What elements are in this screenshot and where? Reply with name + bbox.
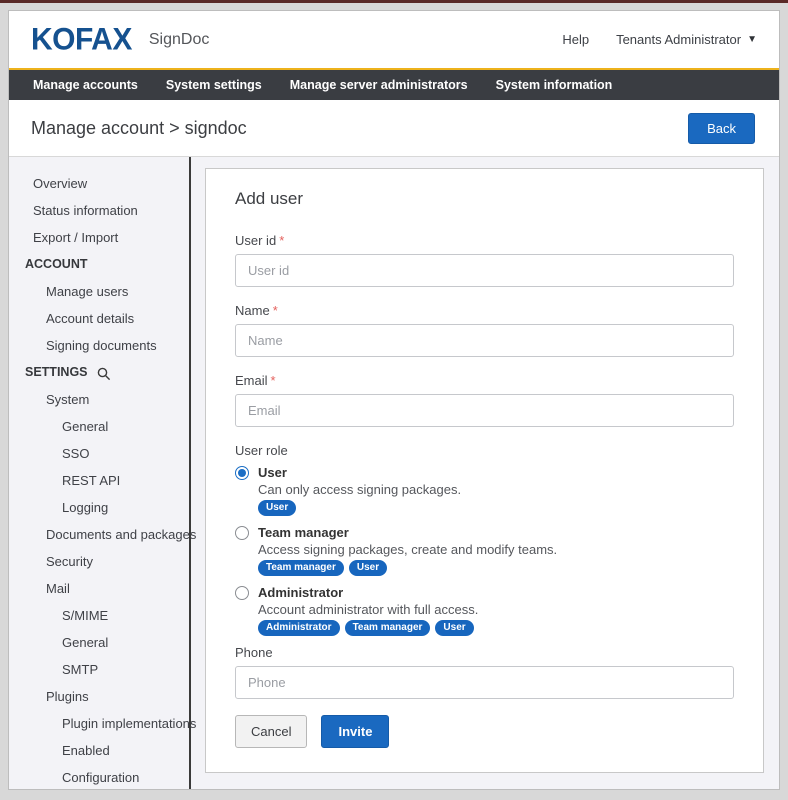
nav-item-system-settings[interactable]: System settings	[152, 70, 276, 100]
nav-item-system-information[interactable]: System information	[482, 70, 627, 100]
product-name: SignDoc	[149, 31, 209, 49]
role-option-user-head[interactable]: User	[235, 465, 734, 480]
role-option-user: User Can only access signing packages. U…	[235, 465, 734, 516]
search-icon[interactable]	[97, 367, 111, 381]
cancel-button[interactable]: Cancel	[235, 715, 307, 748]
role-option-team-manager: Team manager Access signing packages, cr…	[235, 525, 734, 576]
sidebar-item-smime[interactable]: S/MIME	[9, 602, 189, 629]
role-badge: User	[349, 560, 387, 576]
sidebar-item-configuration[interactable]: Configuration	[9, 764, 189, 789]
phone-group: Phone	[235, 645, 734, 699]
role-option-team-manager-description: Access signing packages, create and modi…	[258, 542, 734, 557]
content-area: Overview Status information Export / Imp…	[9, 157, 779, 789]
user-id-input[interactable]	[235, 254, 734, 287]
sidebar-item-overview[interactable]: Overview	[9, 170, 189, 197]
sidebar-item-plugin-implementations[interactable]: Plugin implementations	[9, 710, 189, 737]
sidebar: Overview Status information Export / Imp…	[9, 157, 191, 789]
sidebar-item-account-details[interactable]: Account details	[9, 305, 189, 332]
role-badge: User	[435, 620, 473, 636]
phone-label: Phone	[235, 645, 734, 660]
required-marker: *	[279, 233, 284, 248]
role-option-user-description: Can only access signing packages.	[258, 482, 734, 497]
window-top-edge	[0, 0, 788, 3]
name-group: Name*	[235, 303, 734, 357]
radio-administrator[interactable]	[235, 586, 249, 600]
sidebar-item-documents-and-packages[interactable]: Documents and packages	[9, 521, 189, 548]
user-role-section: User role User Can only access signing p…	[235, 443, 734, 636]
name-input[interactable]	[235, 324, 734, 357]
required-marker: *	[273, 303, 278, 318]
sidebar-item-signing-documents[interactable]: Signing documents	[9, 332, 189, 359]
role-option-administrator-badges: Administrator Team manager User	[258, 620, 734, 636]
user-id-label-text: User id	[235, 233, 276, 248]
email-label: Email*	[235, 373, 734, 388]
role-badge: Team manager	[258, 560, 344, 576]
main-nav: Manage accounts System settings Manage s…	[9, 68, 779, 100]
form-actions: Cancel Invite	[235, 715, 734, 748]
sidebar-header-settings-label: SETTINGS	[25, 359, 88, 386]
back-button[interactable]: Back	[688, 113, 755, 144]
nav-item-manage-accounts[interactable]: Manage accounts	[19, 70, 152, 100]
role-option-team-manager-name[interactable]: Team manager	[258, 525, 349, 540]
role-option-team-manager-badges: Team manager User	[258, 560, 734, 576]
sidebar-item-system[interactable]: System	[9, 386, 189, 413]
role-badge: Administrator	[258, 620, 340, 636]
page-title: Manage account > signdoc	[31, 118, 247, 139]
role-option-user-name[interactable]: User	[258, 465, 287, 480]
sidebar-item-security[interactable]: Security	[9, 548, 189, 575]
title-bar: Manage account > signdoc Back	[9, 100, 779, 157]
role-option-team-manager-head[interactable]: Team manager	[235, 525, 734, 540]
sidebar-header-account[interactable]: ACCOUNT	[9, 251, 189, 278]
top-header: KOFAX SignDoc Help Tenants Administrator…	[9, 11, 779, 68]
email-label-text: Email	[235, 373, 268, 388]
name-label: Name*	[235, 303, 734, 318]
sidebar-item-plugins[interactable]: Plugins	[9, 683, 189, 710]
name-label-text: Name	[235, 303, 270, 318]
caret-down-icon: ▼	[747, 34, 757, 45]
sidebar-item-system-general[interactable]: General	[9, 413, 189, 440]
email-group: Email*	[235, 373, 734, 427]
nav-item-manage-server-administrators[interactable]: Manage server administrators	[276, 70, 482, 100]
header-actions: Help Tenants Administrator ▼	[562, 32, 757, 47]
role-option-user-badges: User	[258, 500, 734, 516]
add-user-panel: Add user User id* Name* Email*	[205, 168, 764, 773]
role-option-administrator-name[interactable]: Administrator	[258, 585, 343, 600]
phone-input[interactable]	[235, 666, 734, 699]
required-marker: *	[271, 373, 276, 388]
user-id-label: User id*	[235, 233, 734, 248]
help-link[interactable]: Help	[562, 32, 589, 47]
sidebar-item-enabled[interactable]: Enabled	[9, 737, 189, 764]
sidebar-item-export-import[interactable]: Export / Import	[9, 224, 189, 251]
form-title: Add user	[235, 189, 734, 209]
role-badge: Team manager	[345, 620, 431, 636]
kofax-logo[interactable]: KOFAX	[31, 22, 132, 57]
user-id-group: User id*	[235, 233, 734, 287]
email-input[interactable]	[235, 394, 734, 427]
sidebar-header-settings[interactable]: SETTINGS	[9, 359, 189, 386]
sidebar-item-manage-users[interactable]: Manage users	[9, 278, 189, 305]
user-role-label: User role	[235, 443, 734, 458]
sidebar-item-status-information[interactable]: Status information	[9, 197, 189, 224]
user-menu-dropdown[interactable]: Tenants Administrator ▼	[616, 32, 757, 47]
sidebar-item-sso[interactable]: SSO	[9, 440, 189, 467]
role-option-administrator-description: Account administrator with full access.	[258, 602, 734, 617]
sidebar-item-smtp[interactable]: SMTP	[9, 656, 189, 683]
sidebar-item-rest-api[interactable]: REST API	[9, 467, 189, 494]
role-option-administrator-head[interactable]: Administrator	[235, 585, 734, 600]
sidebar-item-mail[interactable]: Mail	[9, 575, 189, 602]
radio-team-manager[interactable]	[235, 526, 249, 540]
app-window: KOFAX SignDoc Help Tenants Administrator…	[8, 10, 780, 790]
invite-button[interactable]: Invite	[321, 715, 389, 748]
role-option-administrator: Administrator Account administrator with…	[235, 585, 734, 636]
main-area: Add user User id* Name* Email*	[191, 157, 779, 789]
sidebar-item-logging[interactable]: Logging	[9, 494, 189, 521]
radio-user[interactable]	[235, 466, 249, 480]
user-menu-label: Tenants Administrator	[616, 32, 741, 47]
role-badge: User	[258, 500, 296, 516]
sidebar-item-mail-general[interactable]: General	[9, 629, 189, 656]
